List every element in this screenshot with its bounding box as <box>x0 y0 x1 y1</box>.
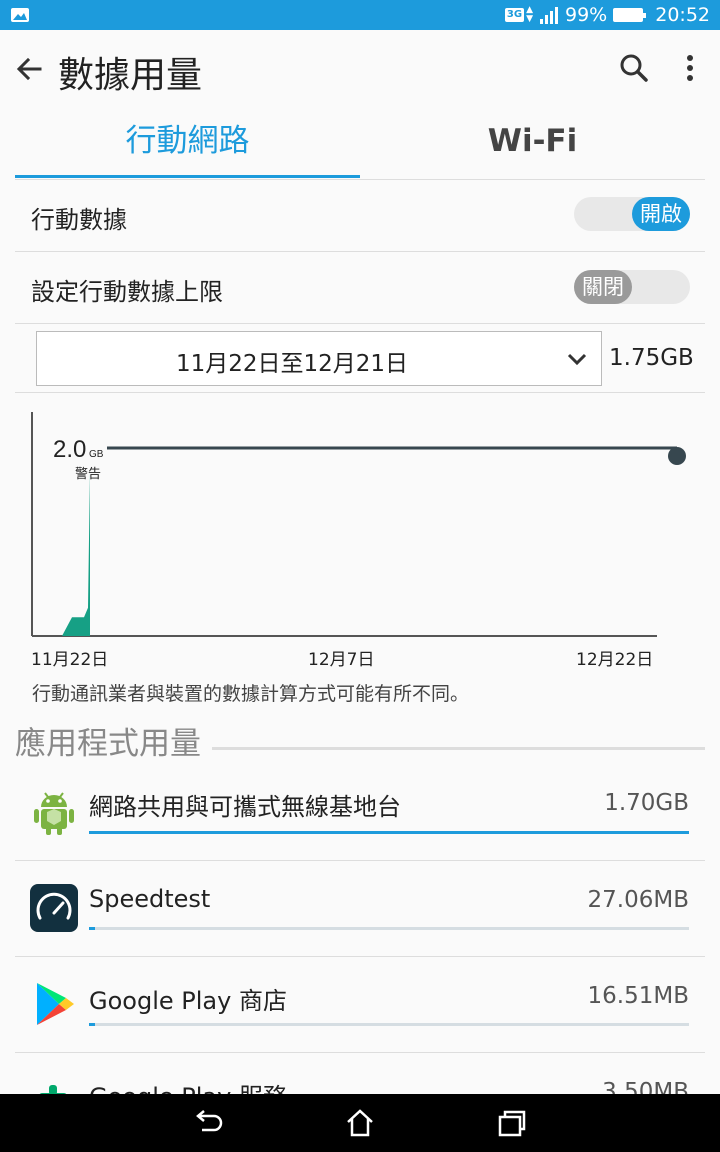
app-size: 1.70GB <box>604 790 689 816</box>
data-arrows-icon: ▲ ▼ <box>526 5 533 24</box>
chevron-down-icon <box>567 353 587 366</box>
app-row-play-store[interactable]: Google Play 商店 16.51MB <box>15 957 705 1053</box>
tab-bar: 行動網路 Wi-Fi <box>15 108 705 180</box>
app-usage-fill <box>89 927 95 930</box>
warning-handle <box>668 447 686 465</box>
app-row-hotspot[interactable]: 網路共用與可攜式無線基地台 1.70GB <box>15 765 705 861</box>
tab-wifi[interactable]: Wi-Fi <box>360 108 705 178</box>
carrier-note: 行動通訊業者與裝置的數據計算方式可能有所不同。 <box>32 683 470 705</box>
app-name: Google Play 商店 <box>89 987 287 1015</box>
more-vert-icon[interactable] <box>674 50 706 86</box>
usage-area <box>62 471 90 636</box>
battery-icon <box>613 8 647 22</box>
usage-chart: 2.0 GB 警告 <box>31 412 686 637</box>
google-play-icon <box>37 983 74 1025</box>
navigation-bar <box>0 1094 720 1152</box>
data-limit-toggle[interactable]: 關閉 <box>574 270 690 304</box>
app-usage-bar <box>89 927 689 930</box>
mobile-data-label: 行動數據 <box>31 206 127 234</box>
app-usage-bar <box>89 1023 689 1026</box>
mobile-data-toggle[interactable]: 開啟 <box>574 197 690 231</box>
app-name: 網路共用與可攜式無線基地台 <box>89 793 401 821</box>
android-icon <box>34 792 74 835</box>
image-icon <box>11 8 29 22</box>
speedtest-icon <box>30 884 78 932</box>
back-arrow-icon[interactable] <box>12 52 46 86</box>
x-tick-end: 12月22日 <box>576 650 654 670</box>
cycle-range: 11月22日至12月21日 <box>175 351 409 377</box>
app-row-speedtest[interactable]: Speedtest 27.06MB <box>15 861 705 957</box>
app-usage-fill <box>89 1023 95 1026</box>
warning-unit: GB <box>89 449 104 460</box>
divider <box>15 392 705 393</box>
mobile-data-row[interactable]: 行動數據 開啟 <box>15 180 705 252</box>
data-limit-row[interactable]: 設定行動數據上限 關閉 <box>15 252 705 324</box>
page-title: 數據用量 <box>58 55 203 96</box>
toggle-off-label: 關閉 <box>574 270 632 304</box>
cycle-dropdown[interactable]: 11月22日至12月21日 <box>36 331 602 386</box>
x-tick-mid: 12月7日 <box>308 650 375 670</box>
app-size: 16.51MB <box>587 983 689 1009</box>
tab-mobile-network[interactable]: 行動網路 <box>15 108 360 178</box>
back-nav-icon[interactable] <box>192 1108 224 1138</box>
app-bar: 數據用量 <box>0 30 720 108</box>
home-nav-icon[interactable] <box>344 1108 376 1138</box>
app-name: Speedtest <box>89 885 211 913</box>
signal-icon <box>540 7 558 24</box>
recents-nav-icon[interactable] <box>496 1108 528 1138</box>
data-limit-label: 設定行動數據上限 <box>31 278 223 306</box>
toggle-on-label: 開啟 <box>632 197 690 231</box>
warning-label: 警告 <box>75 466 101 482</box>
network-type: 3G <box>504 8 525 22</box>
search-icon[interactable] <box>616 50 652 86</box>
total-usage: 1.75GB <box>609 345 694 371</box>
app-usage-fill <box>89 831 689 834</box>
clock: 20:52 <box>655 4 710 26</box>
app-usage-bar <box>89 831 689 834</box>
section-divider <box>212 747 705 750</box>
x-tick-start: 11月22日 <box>31 650 109 670</box>
app-size: 27.06MB <box>587 887 689 913</box>
section-title: 應用程式用量 <box>15 726 201 762</box>
status-bar: 3G ▲ ▼ 99% 20:52 <box>0 0 720 30</box>
warning-value: 2.0 <box>53 436 86 463</box>
battery-percent: 99% <box>565 4 608 26</box>
